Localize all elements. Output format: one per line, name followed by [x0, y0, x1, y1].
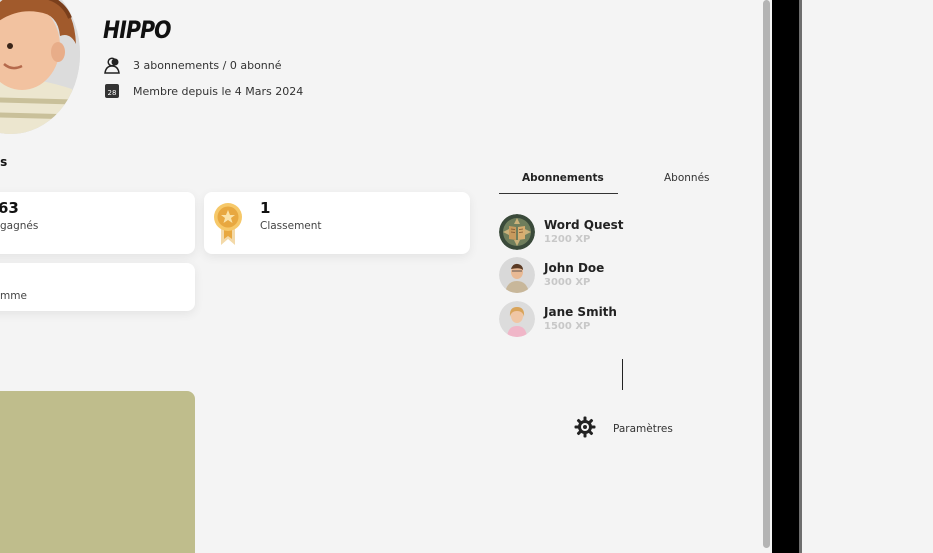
avatar-jane	[499, 301, 535, 337]
following-xp: 1500 XP	[544, 321, 591, 332]
subscriptions-text: 3 abonnements / 0 abonné	[133, 58, 282, 72]
book-shield-icon	[499, 214, 535, 250]
avatar-john	[499, 257, 535, 293]
rank-card: 1 Classement	[204, 192, 470, 254]
xp-label: gagnés	[0, 220, 39, 232]
tab-abonnes[interactable]: Abonnés	[664, 172, 710, 184]
scrollbar-thumb[interactable]	[763, 0, 770, 548]
following-item[interactable]: Word Quest 1200 XP	[499, 214, 699, 250]
settings-button[interactable]: Paramètres	[574, 416, 673, 442]
third-stat-label: mme	[0, 290, 27, 302]
calendar-day: 28	[105, 84, 119, 98]
stats-section-title: es	[0, 155, 8, 169]
following-name: Jane Smith	[544, 305, 617, 319]
subscriptions-row: 3 abonnements / 0 abonné	[103, 56, 282, 74]
vertical-scrollbar[interactable]	[762, 0, 772, 553]
window-divider	[772, 0, 799, 553]
member-since-row: 28 Membre depuis le 4 Mars 2024	[103, 82, 303, 100]
following-name: John Doe	[544, 261, 605, 275]
medal-icon	[212, 201, 244, 251]
calendar-icon: 28	[103, 82, 121, 100]
username: HIPPO	[103, 16, 172, 44]
following-item[interactable]: John Doe 3000 XP	[499, 257, 699, 293]
profile-page: HIPPO 3 abonnements / 0 abonné 28 Membre…	[0, 0, 762, 553]
active-tab-indicator	[499, 193, 618, 194]
following-item[interactable]: Jane Smith 1500 XP	[499, 301, 699, 337]
user-icon	[103, 56, 121, 74]
member-since-text: Membre depuis le 4 Mars 2024	[133, 84, 304, 98]
rank-value: 1	[260, 199, 271, 217]
rank-label: Classement	[260, 220, 322, 232]
adjacent-window	[802, 0, 933, 553]
following-xp: 3000 XP	[544, 277, 591, 288]
xp-value: 63	[0, 199, 19, 217]
separator-line	[622, 359, 623, 390]
profile-avatar	[0, 0, 80, 134]
third-stat-card: mme	[0, 263, 195, 311]
settings-label: Paramètres	[613, 423, 673, 435]
gear-icon	[574, 416, 596, 442]
olive-panel	[0, 391, 195, 553]
following-xp: 1200 XP	[544, 234, 591, 245]
tab-abonnements[interactable]: Abonnements	[522, 172, 604, 184]
following-name: Word Quest	[544, 218, 624, 232]
xp-card: 63 gagnés	[0, 192, 195, 254]
